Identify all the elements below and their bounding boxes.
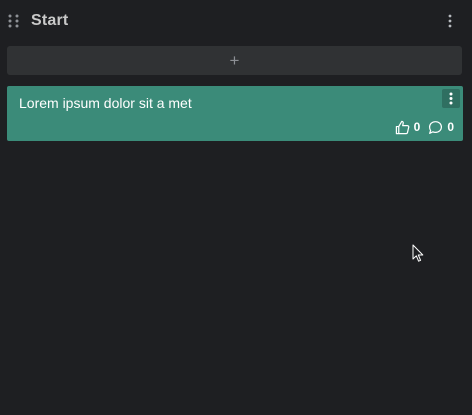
card-meta: 0 0	[395, 119, 454, 135]
like-count: 0	[413, 120, 421, 134]
kebab-menu-icon	[449, 92, 453, 105]
thumbs-up-icon[interactable]	[395, 120, 410, 135]
comment-count: 0	[447, 120, 454, 134]
column-menu-icon[interactable]	[444, 13, 456, 29]
drag-handle-icon[interactable]	[8, 14, 20, 28]
mouse-cursor-icon	[412, 244, 424, 263]
column-title: Start	[31, 12, 69, 29]
card-title: Lorem ipsum dolor sit a met	[19, 95, 192, 111]
card[interactable]: Lorem ipsum dolor sit a met 0 0	[7, 86, 463, 141]
column-header: Start	[0, 0, 472, 42]
add-card-button[interactable]: +	[7, 46, 462, 75]
comment-icon[interactable]	[428, 120, 443, 135]
plus-icon: +	[229, 50, 240, 70]
card-menu-button[interactable]	[442, 89, 460, 108]
